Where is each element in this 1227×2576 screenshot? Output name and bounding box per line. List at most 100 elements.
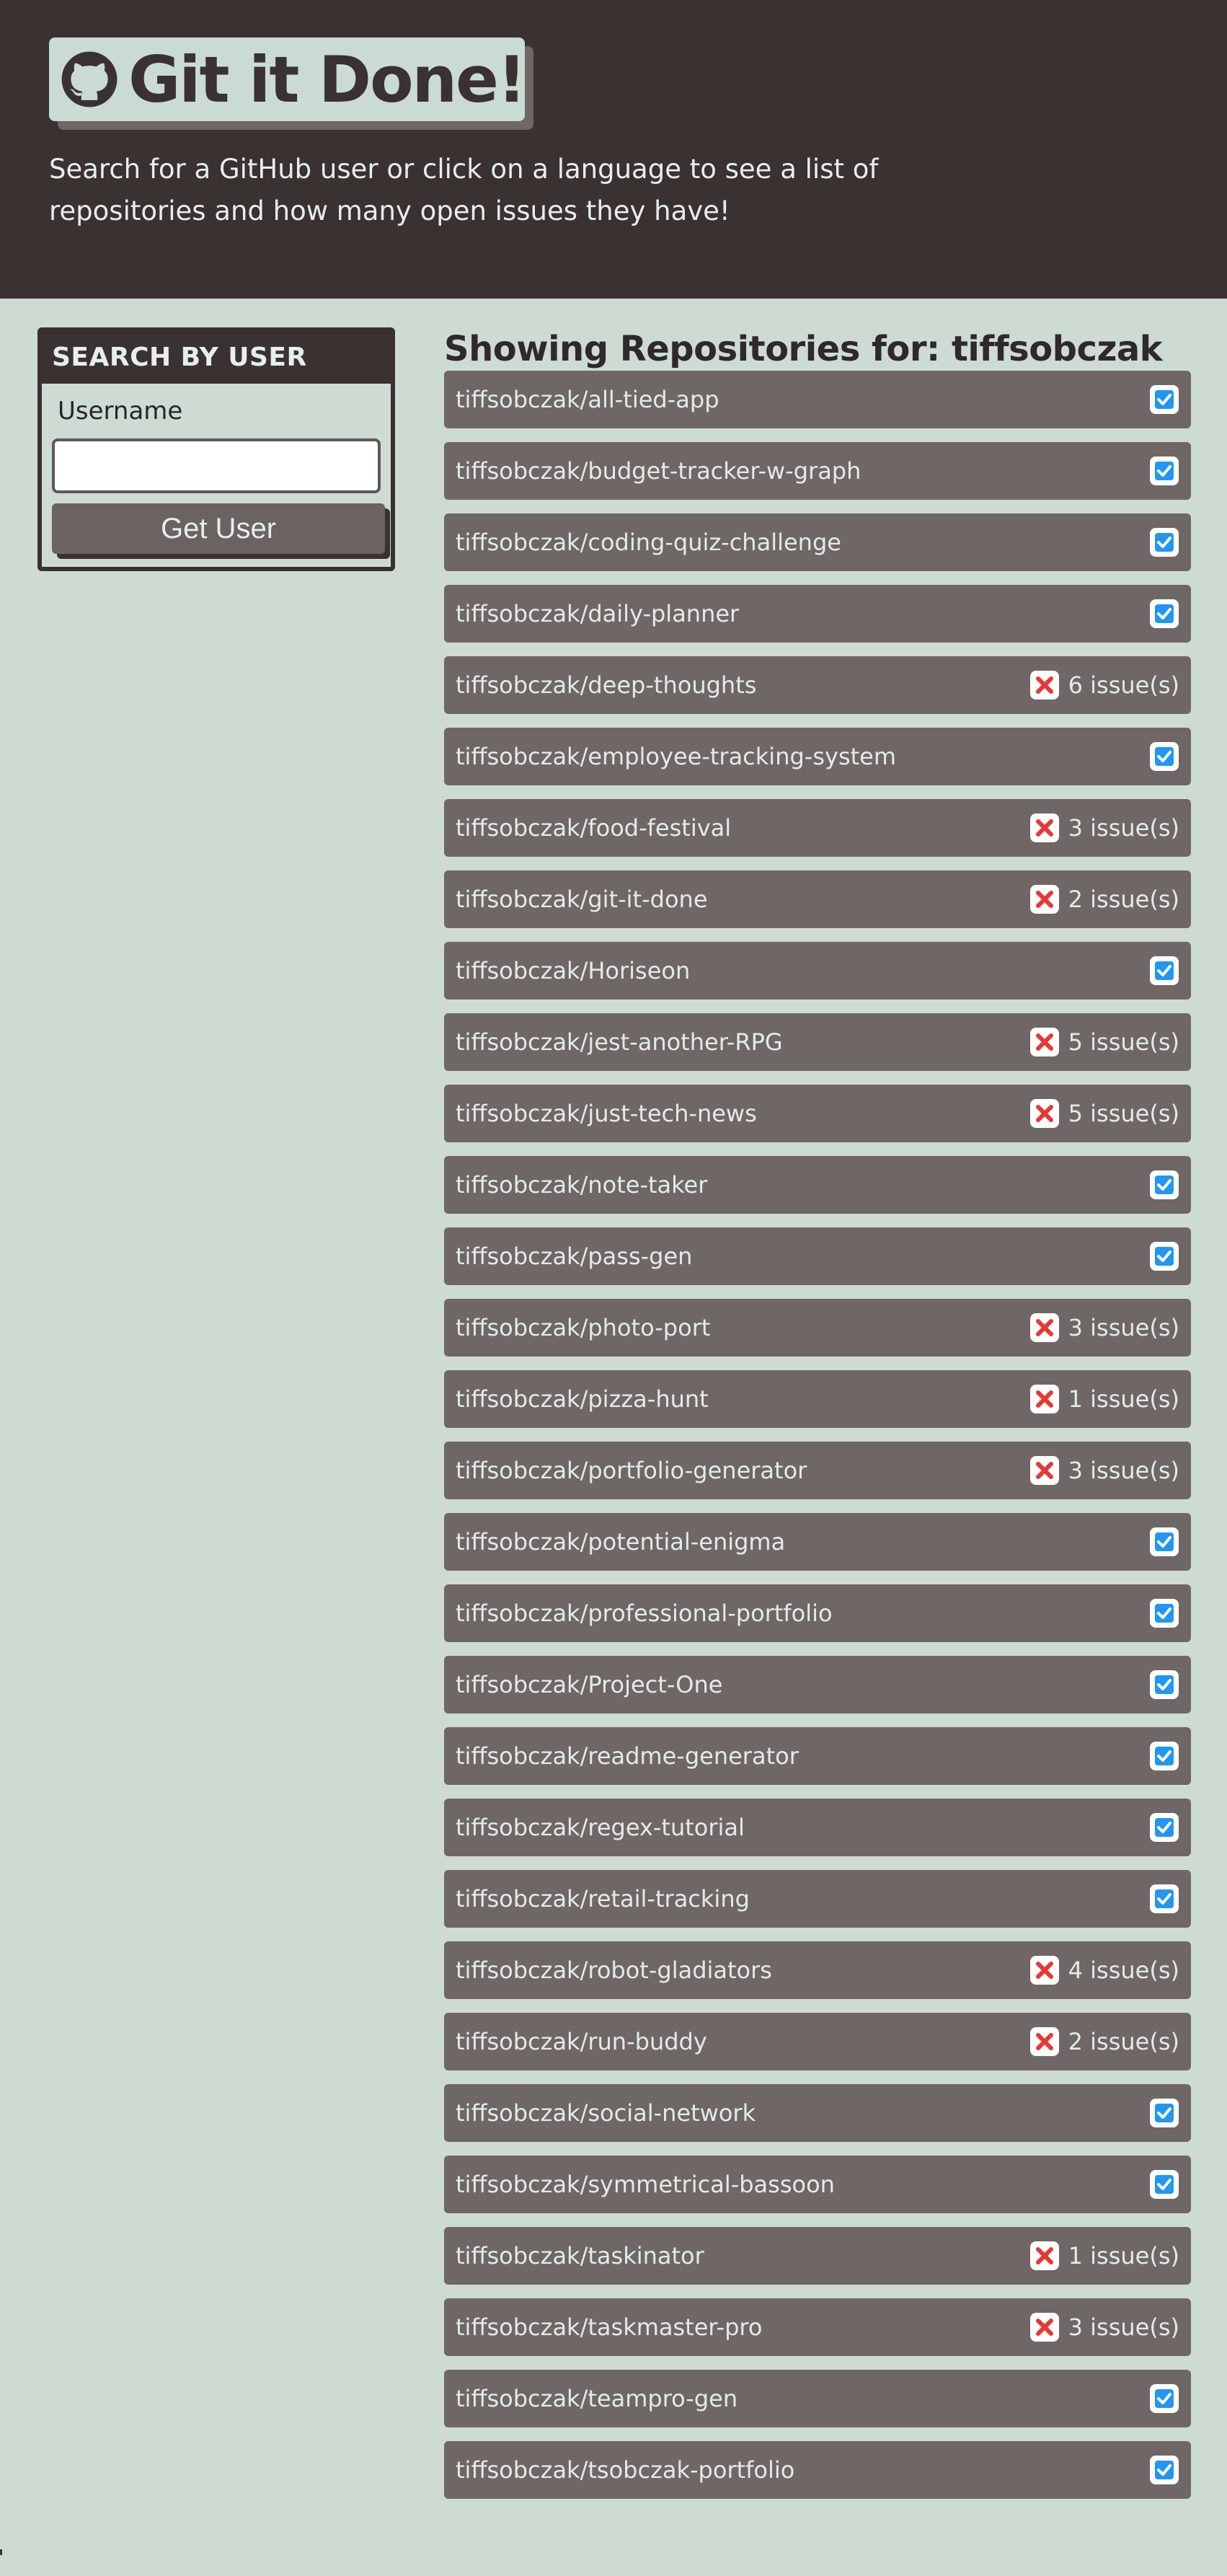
x-square-icon <box>1029 1955 1060 1985</box>
repo-item[interactable]: tiffsobczak/deep-thoughts 6 issue(s) <box>444 656 1191 714</box>
repo-item[interactable]: tiffsobczak/coding-quiz-challenge <box>444 513 1191 571</box>
repo-name: tiffsobczak/teampro-gen <box>456 2385 738 2412</box>
search-card: SEARCH BY USER Username Get User <box>37 327 395 571</box>
repo-item[interactable]: tiffsobczak/food-festival 3 issue(s) <box>444 799 1191 857</box>
repo-item[interactable]: tiffsobczak/employee-tracking-system <box>444 728 1191 785</box>
repo-name: tiffsobczak/just-tech-news <box>456 1100 757 1127</box>
issue-count: 1 issue(s) <box>1068 1385 1179 1413</box>
repo-name: tiffsobczak/employee-tracking-system <box>456 743 897 770</box>
repo-status: 1 issue(s) <box>1029 1384 1179 1414</box>
issue-count: 3 issue(s) <box>1068 1457 1179 1484</box>
repo-item[interactable]: tiffsobczak/git-it-done 2 issue(s) <box>444 870 1191 928</box>
repo-item[interactable]: tiffsobczak/daily-planner <box>444 585 1191 643</box>
brand-banner: Git it Done! <box>49 38 526 121</box>
username-input[interactable] <box>52 438 381 493</box>
repo-status <box>1149 1669 1179 1700</box>
repo-name: tiffsobczak/readme-generator <box>456 1742 799 1770</box>
repo-name: tiffsobczak/jest-another-RPG <box>456 1028 783 1056</box>
repo-status <box>1149 1598 1179 1628</box>
repo-item[interactable]: tiffsobczak/run-buddy 2 issue(s) <box>444 2013 1191 2070</box>
repo-item[interactable]: tiffsobczak/readme-generator <box>444 1727 1191 1785</box>
repo-name: tiffsobczak/portfolio-generator <box>456 1457 807 1484</box>
issue-count: 1 issue(s) <box>1068 2242 1179 2270</box>
check-square-icon <box>1149 599 1179 629</box>
repo-status <box>1149 2383 1179 2414</box>
edge-mark <box>0 2549 2 2555</box>
repo-item[interactable]: tiffsobczak/robot-gladiators 4 issue(s) <box>444 1941 1191 1999</box>
repo-name: tiffsobczak/potential-enigma <box>456 1528 786 1556</box>
repo-status <box>1149 456 1179 486</box>
repo-name: tiffsobczak/daily-planner <box>456 600 740 627</box>
repo-name: tiffsobczak/photo-port <box>456 1314 711 1341</box>
repo-name: tiffsobczak/tsobczak-portfolio <box>456 2456 795 2484</box>
repo-item[interactable]: tiffsobczak/regex-tutorial <box>444 1799 1191 1856</box>
repo-name: tiffsobczak/budget-tracker-w-graph <box>456 457 861 485</box>
repo-item[interactable]: tiffsobczak/photo-port 3 issue(s) <box>444 1299 1191 1357</box>
repo-name: tiffsobczak/food-festival <box>456 814 732 842</box>
repo-status: 3 issue(s) <box>1029 1455 1179 1486</box>
repo-item[interactable]: tiffsobczak/teampro-gen <box>444 2370 1191 2427</box>
repo-item[interactable]: tiffsobczak/professional-portfolio <box>444 1584 1191 1642</box>
repo-name: tiffsobczak/regex-tutorial <box>456 1814 745 1841</box>
repo-status <box>1149 599 1179 629</box>
check-square-icon <box>1149 2169 1179 2200</box>
repo-status <box>1149 2098 1179 2128</box>
repo-item[interactable]: tiffsobczak/potential-enigma <box>444 1513 1191 1571</box>
repo-item[interactable]: tiffsobczak/Horiseon <box>444 942 1191 1000</box>
repo-item[interactable]: tiffsobczak/just-tech-news 5 issue(s) <box>444 1085 1191 1142</box>
check-square-icon <box>1149 1241 1179 1271</box>
repo-item[interactable]: tiffsobczak/note-taker <box>444 1156 1191 1214</box>
repo-item[interactable]: tiffsobczak/symmetrical-bassoon <box>444 2156 1191 2213</box>
repo-status: 5 issue(s) <box>1029 1098 1179 1129</box>
repo-status: 4 issue(s) <box>1029 1955 1179 1985</box>
check-square-icon <box>1149 2383 1179 2414</box>
repo-item[interactable]: tiffsobczak/taskmaster-pro 3 issue(s) <box>444 2298 1191 2356</box>
issue-count: 6 issue(s) <box>1068 671 1179 699</box>
repo-item[interactable]: tiffsobczak/pizza-hunt 1 issue(s) <box>444 1370 1191 1428</box>
get-user-button[interactable]: Get User <box>52 503 385 554</box>
repo-name: tiffsobczak/symmetrical-bassoon <box>456 2171 835 2198</box>
repo-item[interactable]: tiffsobczak/tsobczak-portfolio <box>444 2441 1191 2499</box>
check-square-icon <box>1149 956 1179 986</box>
repo-status: 1 issue(s) <box>1029 2241 1179 2271</box>
repo-status <box>1149 1812 1179 1843</box>
repo-name: tiffsobczak/taskmaster-pro <box>456 2313 763 2341</box>
repo-item[interactable]: tiffsobczak/taskinator 1 issue(s) <box>444 2227 1191 2285</box>
x-square-icon <box>1029 1027 1060 1057</box>
username-label: Username <box>58 397 183 425</box>
x-square-icon <box>1029 1098 1060 1129</box>
repo-status <box>1149 741 1179 772</box>
repo-item[interactable]: tiffsobczak/all-tied-app <box>444 371 1191 428</box>
repo-item[interactable]: tiffsobczak/retail-tracking <box>444 1870 1191 1928</box>
repo-name: tiffsobczak/deep-thoughts <box>456 671 757 699</box>
repo-status: 3 issue(s) <box>1029 2312 1179 2342</box>
app-title: Git it Done! <box>128 42 526 117</box>
repo-status <box>1149 1527 1179 1557</box>
repo-item[interactable]: tiffsobczak/budget-tracker-w-graph <box>444 442 1191 500</box>
search-card-heading: SEARCH BY USER <box>42 332 391 384</box>
check-square-icon <box>1149 1669 1179 1700</box>
repo-name: tiffsobczak/professional-portfolio <box>456 1600 833 1627</box>
x-square-icon <box>1029 1313 1060 1343</box>
repo-status: 5 issue(s) <box>1029 1027 1179 1057</box>
repo-item[interactable]: tiffsobczak/portfolio-generator 3 issue(s… <box>444 1442 1191 1499</box>
repo-name: tiffsobczak/social-network <box>456 2099 756 2127</box>
intro-text: Search for a GitHub user or click on a l… <box>49 154 879 226</box>
x-square-icon <box>1029 2241 1060 2271</box>
repo-name: tiffsobczak/coding-quiz-challenge <box>456 529 841 556</box>
repo-status <box>1149 1884 1179 1914</box>
repo-item[interactable]: tiffsobczak/Project-One <box>444 1656 1191 1713</box>
repo-name: tiffsobczak/Project-One <box>456 1671 723 1698</box>
repo-status: 2 issue(s) <box>1029 2026 1179 2057</box>
repo-item[interactable]: tiffsobczak/pass-gen <box>444 1227 1191 1285</box>
repo-item[interactable]: tiffsobczak/social-network <box>444 2084 1191 2142</box>
repo-item[interactable]: tiffsobczak/jest-another-RPG 5 issue(s) <box>444 1013 1191 1071</box>
check-square-icon <box>1149 1812 1179 1843</box>
check-square-icon <box>1149 741 1179 772</box>
x-square-icon <box>1029 1384 1060 1414</box>
issue-count: 4 issue(s) <box>1068 1957 1179 1984</box>
repo-name: tiffsobczak/run-buddy <box>456 2028 707 2055</box>
repo-status: 6 issue(s) <box>1029 670 1179 700</box>
repo-list: tiffsobczak/all-tied-app tiffsobczak/budg… <box>444 371 1191 2513</box>
results-heading: Showing Repositories for: tiffsobczak <box>444 329 1163 369</box>
